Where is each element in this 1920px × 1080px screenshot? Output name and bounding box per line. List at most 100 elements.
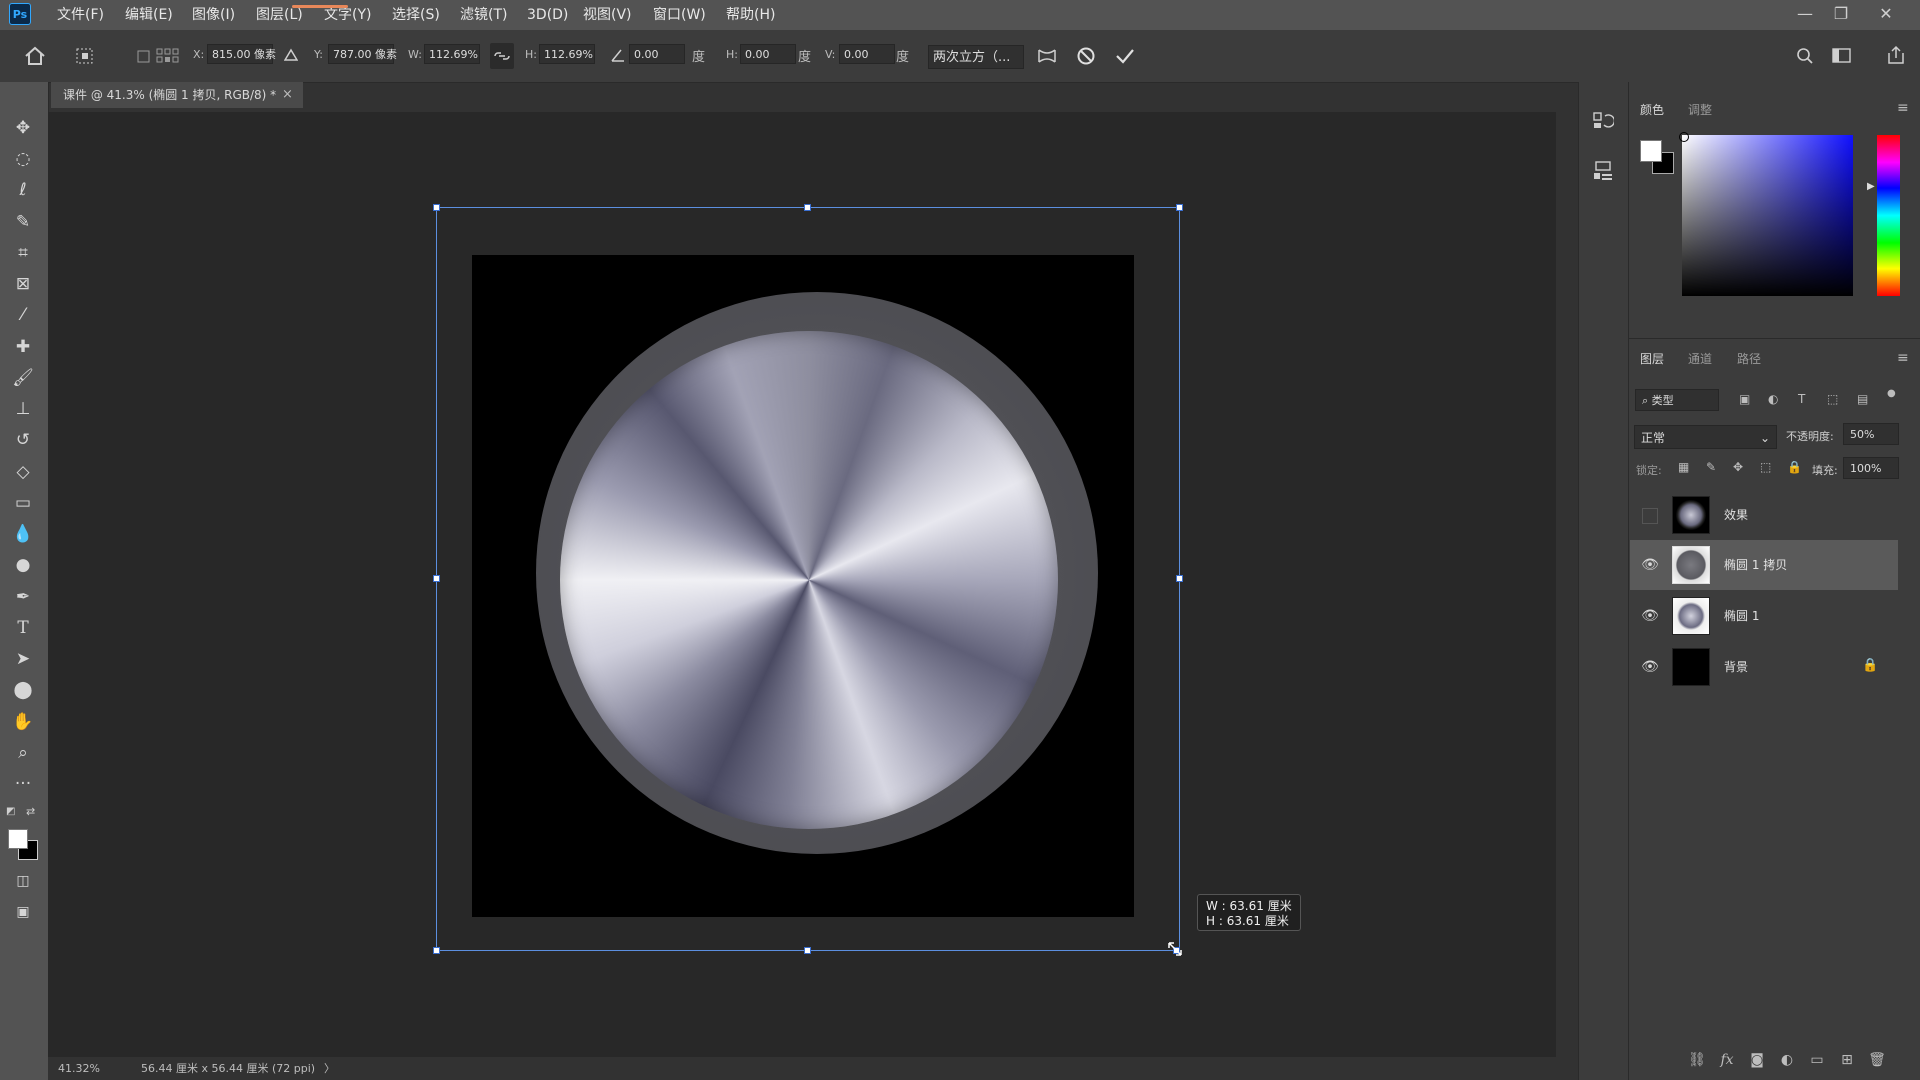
filter-smart-object-icon[interactable]: ▤ bbox=[1857, 392, 1868, 406]
restore-button[interactable]: ❐ bbox=[1823, 0, 1859, 30]
history-panel-icon[interactable] bbox=[1592, 110, 1614, 132]
menu-window[interactable]: 窗口(W) bbox=[653, 0, 706, 30]
tab-paths[interactable]: 路径 bbox=[1737, 346, 1761, 372]
add-mask-icon[interactable]: ◙ bbox=[1746, 1052, 1768, 1068]
handle-top-right[interactable] bbox=[1176, 204, 1183, 211]
handle-top-left[interactable] bbox=[433, 204, 440, 211]
type-tool-icon[interactable]: T bbox=[10, 615, 36, 641]
foreground-color-chip[interactable] bbox=[1640, 140, 1662, 162]
marquee-tool-icon[interactable]: ◌ bbox=[10, 146, 36, 172]
minimize-button[interactable]: — bbox=[1787, 0, 1823, 30]
warp-icon[interactable] bbox=[1036, 46, 1058, 66]
brush-tool-icon[interactable]: 🖌 bbox=[10, 365, 36, 391]
frame-tool-icon[interactable]: ⊠ bbox=[10, 271, 36, 297]
quick-mask-icon[interactable]: ◫ bbox=[10, 868, 36, 894]
lasso-tool-icon[interactable]: ℓ bbox=[10, 177, 36, 203]
eye-icon[interactable]: 👁 bbox=[1640, 540, 1660, 590]
lock-pixels-icon[interactable]: ✎ bbox=[1706, 460, 1716, 474]
path-selection-tool-icon[interactable]: ➤ bbox=[10, 646, 36, 672]
status-menu-arrow[interactable]: 〉 bbox=[324, 1057, 335, 1080]
menu-file[interactable]: 文件(F) bbox=[57, 0, 104, 30]
home-icon[interactable] bbox=[24, 46, 46, 66]
handle-bottom-left[interactable] bbox=[433, 947, 440, 954]
fill-field[interactable]: 100% bbox=[1843, 457, 1899, 479]
height-field[interactable]: 112.69% bbox=[539, 44, 595, 64]
color-picker-field[interactable] bbox=[1682, 135, 1853, 296]
interpolation-select[interactable]: 两次立方（... bbox=[928, 45, 1024, 69]
crop-tool-icon[interactable]: ⌗ bbox=[10, 240, 36, 266]
angle-field[interactable]: 0.00 bbox=[629, 44, 685, 64]
transform-icon[interactable] bbox=[74, 46, 96, 66]
blend-mode-select[interactable]: 正常 ⌄ bbox=[1634, 425, 1777, 449]
eraser-tool-icon[interactable]: ◇ bbox=[10, 459, 36, 485]
zoom-level[interactable]: 41.32% bbox=[58, 1057, 100, 1080]
hue-slider-marker[interactable]: ▶ bbox=[1867, 181, 1875, 192]
opacity-field[interactable]: 50% bbox=[1843, 423, 1899, 445]
hue-slider[interactable] bbox=[1877, 135, 1900, 296]
lock-position-icon[interactable]: ✥ bbox=[1733, 460, 1743, 474]
y-field[interactable]: 787.00 像素 bbox=[328, 44, 397, 64]
vskew-field[interactable]: 0.00 bbox=[839, 44, 895, 64]
clone-stamp-tool-icon[interactable]: ⊥ bbox=[10, 396, 36, 422]
more-tools-icon[interactable]: ··· bbox=[10, 771, 36, 797]
menu-help[interactable]: 帮助(H) bbox=[726, 0, 775, 30]
hskew-field[interactable]: 0.00 bbox=[740, 44, 796, 64]
link-layers-icon[interactable]: ⛓ bbox=[1686, 1052, 1708, 1068]
menu-view[interactable]: 视图(V) bbox=[583, 0, 632, 30]
menu-edit[interactable]: 编辑(E) bbox=[125, 0, 173, 30]
new-layer-icon[interactable]: ⊞ bbox=[1836, 1052, 1858, 1068]
tab-adjustments[interactable]: 调整 bbox=[1688, 97, 1712, 123]
document-tab[interactable]: 课件 @ 41.3% (椭圆 1 拷贝, RGB/8) * bbox=[51, 82, 303, 108]
move-tool-icon[interactable]: ✥ bbox=[10, 115, 36, 141]
delta-icon[interactable] bbox=[284, 48, 298, 62]
hand-tool-icon[interactable]: ✋ bbox=[10, 709, 36, 735]
tab-color[interactable]: 颜色 bbox=[1640, 97, 1664, 123]
dodge-tool-icon[interactable]: ● bbox=[10, 552, 36, 578]
swap-colors-icon[interactable]: ⇄ bbox=[26, 805, 38, 818]
layer-row-ellipse[interactable]: 👁 椭圆 1 bbox=[1630, 591, 1898, 641]
spot-healing-tool-icon[interactable]: ✚ bbox=[10, 334, 36, 360]
filter-image-icon[interactable]: ▣ bbox=[1739, 392, 1750, 406]
eyedropper-tool-icon[interactable]: ⁄ bbox=[10, 302, 36, 328]
menu-select[interactable]: 选择(S) bbox=[392, 0, 440, 30]
layers-panel-menu-icon[interactable]: ≡ bbox=[1897, 350, 1909, 366]
eye-icon[interactable]: 👁 bbox=[1640, 642, 1660, 692]
properties-panel-icon[interactable] bbox=[1592, 160, 1614, 182]
handle-middle-right[interactable] bbox=[1176, 575, 1183, 582]
menu-filter[interactable]: 滤镜(T) bbox=[460, 0, 507, 30]
screen-mode-icon[interactable]: ▣ bbox=[10, 899, 36, 925]
close-window-button[interactable]: ✕ bbox=[1868, 0, 1904, 30]
zoom-tool-icon[interactable]: ⌕ bbox=[10, 740, 36, 766]
lock-transparency-icon[interactable]: ▦ bbox=[1678, 460, 1689, 474]
filter-shape-icon[interactable]: ⬚ bbox=[1827, 392, 1838, 406]
filter-adjustment-icon[interactable]: ◐ bbox=[1768, 392, 1778, 406]
menu-3d[interactable]: 3D(D) bbox=[527, 0, 568, 30]
blur-tool-icon[interactable]: 💧 bbox=[10, 521, 36, 547]
link-button[interactable] bbox=[490, 43, 514, 69]
new-group-icon[interactable]: ▭ bbox=[1806, 1052, 1828, 1068]
eye-icon[interactable]: 👁 bbox=[1640, 591, 1660, 641]
adjustment-layer-icon[interactable]: ◐ bbox=[1776, 1052, 1798, 1068]
tab-channels[interactable]: 通道 bbox=[1688, 346, 1712, 372]
filter-toggle-icon[interactable]: ● bbox=[1887, 388, 1896, 399]
layer-row-ellipse-copy[interactable]: 👁 椭圆 1 拷贝 bbox=[1630, 540, 1898, 590]
tab-layers[interactable]: 图层 bbox=[1640, 346, 1664, 372]
visibility-toggle-empty[interactable] bbox=[1642, 508, 1658, 524]
gradient-tool-icon[interactable]: ▭ bbox=[10, 490, 36, 516]
pen-tool-icon[interactable]: ✒ bbox=[10, 584, 36, 610]
color-panel-menu-icon[interactable]: ≡ bbox=[1897, 100, 1909, 116]
workspace-icon[interactable] bbox=[1832, 47, 1852, 65]
share-icon[interactable] bbox=[1886, 45, 1906, 65]
width-field[interactable]: 112.69% bbox=[424, 44, 480, 64]
delete-layer-icon[interactable]: 🗑 bbox=[1866, 1052, 1888, 1068]
layer-style-icon[interactable]: fx bbox=[1716, 1052, 1738, 1068]
default-colors-icon[interactable]: ◩ bbox=[6, 806, 18, 818]
lock-all-icon[interactable]: 🔒 bbox=[1787, 460, 1802, 474]
color-picker-marker[interactable] bbox=[1679, 132, 1689, 142]
commit-icon[interactable] bbox=[1114, 46, 1136, 66]
foreground-color-swatch[interactable] bbox=[8, 829, 28, 849]
layer-row-effect[interactable]: 效果 bbox=[1630, 490, 1898, 540]
document-tab-close-button[interactable]: × bbox=[282, 82, 293, 108]
handle-middle-left[interactable] bbox=[433, 575, 440, 582]
lock-artboard-icon[interactable]: ⬚ bbox=[1760, 460, 1771, 474]
